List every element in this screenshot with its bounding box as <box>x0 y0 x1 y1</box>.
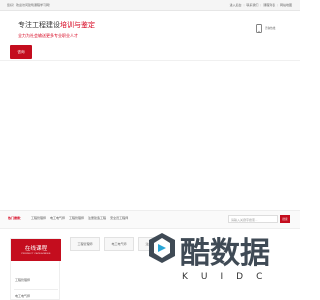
hot-link[interactable]: 注册建造工程 <box>88 216 106 220</box>
watermark-letter: D <box>236 272 244 282</box>
consult-button[interactable]: 咨询 <box>10 45 32 59</box>
search-input[interactable]: 请输入关键字搜索... <box>228 215 278 223</box>
site-title: 专注工程建设培训与鉴定 <box>18 20 95 30</box>
hot-link[interactable]: 安全员工程师 <box>110 216 128 220</box>
top-link-sitemap[interactable]: 网站地图 <box>280 0 292 10</box>
course-category-title: 在线课程 <box>24 246 48 252</box>
watermark-letter: I <box>220 272 224 282</box>
site-title-prefix: 专注工程建设 <box>18 22 60 29</box>
watermark-letter: U <box>200 272 208 282</box>
hotline-label: 咨询热线 <box>265 27 276 30</box>
top-bar: 您好！欢迎访问建筑课程学习网！ 进入后台 | 联系我们 | 课程列表 | 网站地… <box>0 0 300 11</box>
hot-search-links: 工程管理师 电工电气师 工程管理师 注册建造工程 安全员工程师 <box>31 216 128 220</box>
watermark-logo-icon <box>149 233 175 263</box>
separator: | <box>260 3 262 7</box>
watermark-letter: C <box>256 272 263 282</box>
course-category-subtitle: PRODUCT CATEGORIES <box>21 253 51 255</box>
page: 您好！欢迎访问建筑课程学习网！ 进入后台 | 联系我们 | 课程列表 | 网站地… <box>0 0 300 300</box>
hot-link[interactable]: 工程管理师 <box>69 216 84 220</box>
watermark: 酷数据 K U I D C <box>148 228 298 300</box>
site-slogan: 全力为社会输送更多专业职业人才 <box>18 33 78 38</box>
course-tab[interactable]: 工程管理师 <box>70 237 100 251</box>
site-title-highlight: 培训与鉴定 <box>60 22 95 29</box>
course-tab[interactable]: 电工电气师 <box>104 237 134 251</box>
welcome-text: 您好！欢迎访问建筑课程学习网！ <box>7 3 53 7</box>
course-category-item[interactable]: 工程管理师 <box>15 278 30 282</box>
course-category-panel: 在线课程 PRODUCT CATEGORIES 工程管理师 电工电气师 <box>10 238 61 300</box>
watermark-letters: K U I D C <box>182 272 262 282</box>
phone-icon <box>256 24 262 33</box>
top-link-admin[interactable]: 进入后台 <box>230 0 242 10</box>
hot-link[interactable]: 电工电气师 <box>50 216 65 220</box>
hot-search-label: 热门搜索： <box>8 216 24 220</box>
separator: | <box>277 3 278 7</box>
watermark-letter: K <box>182 272 188 282</box>
top-link-contact[interactable]: 联系我们 <box>246 0 258 10</box>
course-category-header: 在线课程 PRODUCT CATEGORIES <box>11 239 61 261</box>
watermark-text: 酷数据 <box>180 236 270 271</box>
course-category-item[interactable]: 电工电气师 <box>15 294 30 298</box>
banner-area <box>0 60 300 211</box>
hot-link[interactable]: 工程管理师 <box>31 216 46 220</box>
top-links: 进入后台 | 联系我们 | 课程列表 | 网站地图 <box>230 0 292 10</box>
hot-search-bar: 热门搜索： 工程管理师 电工电气师 工程管理师 注册建造工程 安全员工程师 请输… <box>0 210 300 229</box>
divider <box>14 289 58 290</box>
separator: | <box>243 3 245 7</box>
search-button[interactable]: 搜索 <box>280 215 290 223</box>
top-link-courses[interactable]: 课程列表 <box>263 0 275 10</box>
